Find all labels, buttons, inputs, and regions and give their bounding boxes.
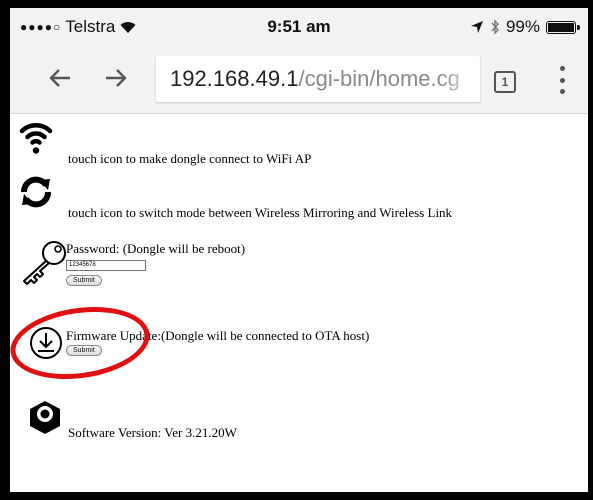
url-host: 192.168.49.1: [170, 66, 299, 91]
menu-dot: [559, 66, 565, 71]
page-content: touch icon to make dongle connect to WiF…: [10, 115, 588, 492]
battery-percent: 99%: [505, 17, 540, 36]
mode-instruction: touch icon to switch mode between Wirele…: [68, 205, 453, 220]
address-bar[interactable]: 192.168.49.1/cgi-bin/home.cg: [156, 56, 480, 102]
phone-screen: ●●●●○ Telstra 9:51 am 99% 192.168.49.1/c…: [10, 8, 588, 492]
password-submit-button[interactable]: Submit: [66, 275, 102, 286]
browser-toolbar: 192.168.49.1/cgi-bin/home.cg 1: [10, 44, 588, 114]
url-fade: [440, 56, 480, 102]
wifi-icon[interactable]: [19, 119, 53, 155]
battery-icon: [546, 20, 580, 34]
cube-icon: [30, 401, 60, 434]
menu-dot: [559, 77, 565, 83]
menu-dot: [559, 89, 565, 94]
right-status: 99%: [470, 17, 580, 37]
password-label: Password: (Dongle will be reboot): [66, 241, 246, 256]
download-icon[interactable]: [29, 326, 63, 360]
password-input[interactable]: 12345678: [66, 260, 146, 271]
screenshot-frame: ●●●●○ Telstra 9:51 am 99% 192.168.49.1/c…: [0, 0, 593, 500]
key-icon: [23, 241, 66, 285]
arrow-right-icon: [106, 69, 127, 87]
firmware-label: Firmware Update:(Dongle will be connecte…: [66, 328, 370, 343]
status-bar: ●●●●○ Telstra 9:51 am 99%: [10, 8, 588, 44]
wifi-instruction: touch icon to make dongle connect to WiF…: [68, 151, 312, 166]
bluetooth-icon: [491, 19, 499, 35]
refresh-icon[interactable]: [19, 175, 53, 209]
arrow-left-icon: [49, 69, 70, 87]
url-path: /cgi-bin/home.cg: [298, 66, 460, 91]
back-button[interactable]: [42, 60, 78, 96]
tab-switcher-button[interactable]: 1: [494, 71, 516, 93]
overflow-menu-button[interactable]: [556, 66, 568, 94]
forward-button[interactable]: [98, 60, 134, 96]
firmware-submit-button[interactable]: Submit: [66, 345, 102, 356]
location-arrow-icon: [470, 21, 483, 33]
software-version: Software Version: Ver 3.21.20W: [68, 425, 237, 440]
